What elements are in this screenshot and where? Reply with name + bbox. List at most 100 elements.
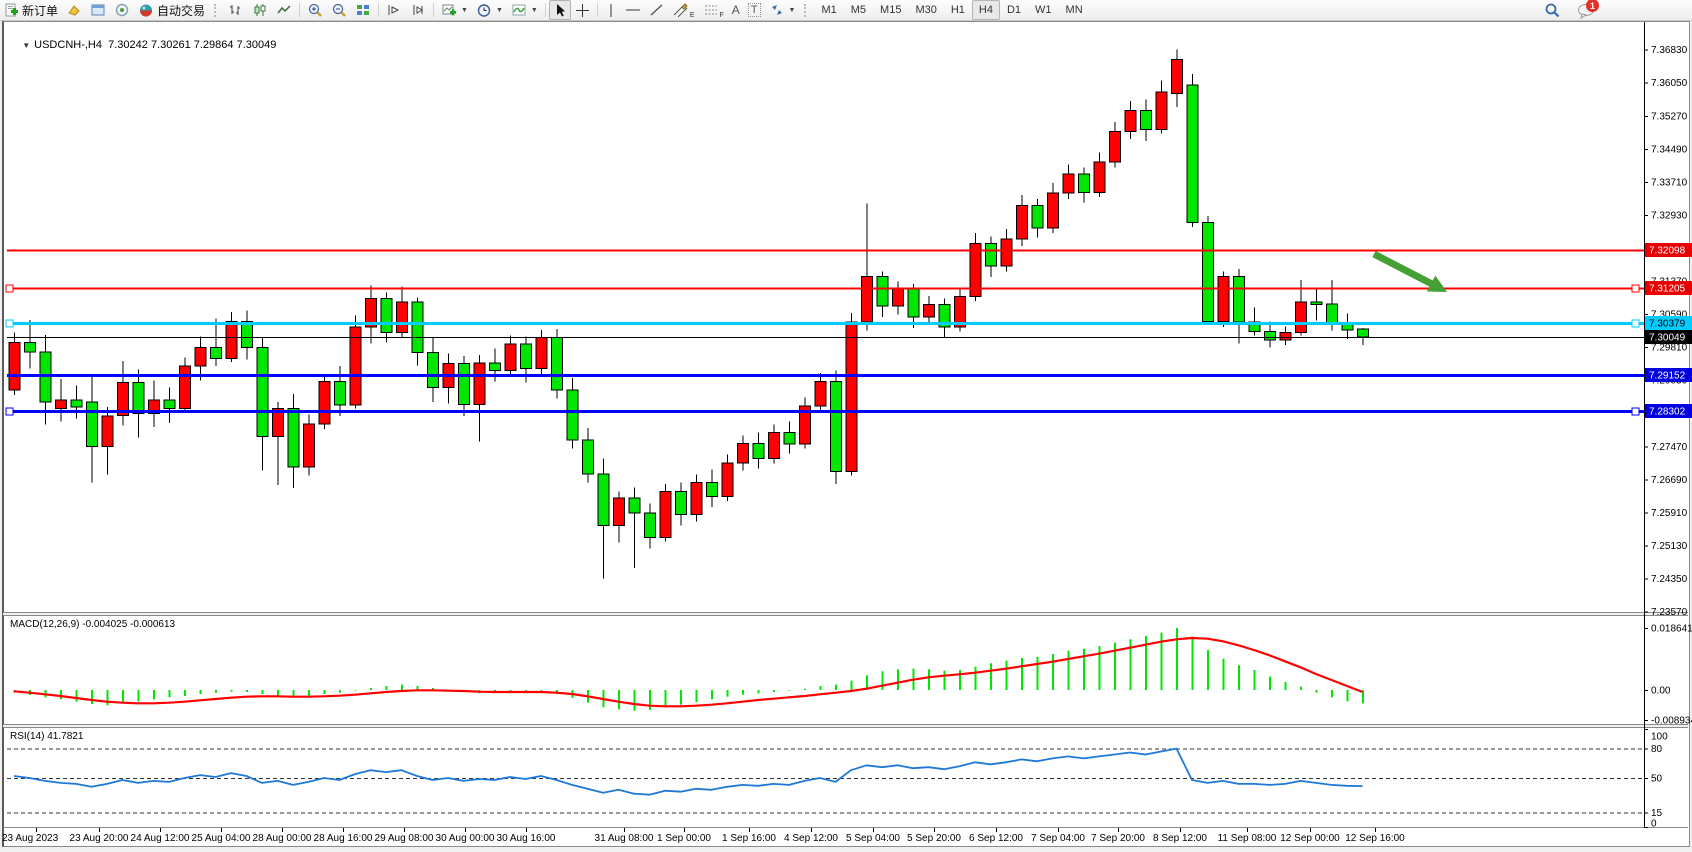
rsi-indicator-label: RSI(14) 41.7821 — [10, 731, 83, 742]
fibonacci-tool-button[interactable]: F — [699, 0, 728, 20]
candlestick-chart-button[interactable] — [248, 0, 272, 20]
metatrader-screen: 新订单 自动交易 — [0, 0, 1692, 852]
trendline-tool-button[interactable] — [645, 0, 668, 20]
channel-tool-button[interactable]: E — [668, 0, 699, 20]
chart-shift-icon — [410, 3, 426, 17]
toolbar-grip — [214, 4, 220, 17]
timeframe-button-m5[interactable]: M5 — [844, 0, 873, 20]
new-order-button[interactable]: 新订单 — [0, 0, 62, 20]
channel-glyph: E — [690, 12, 695, 19]
cursor-icon — [553, 3, 567, 18]
crosshair-icon — [575, 3, 590, 18]
cursor-tool-button[interactable] — [549, 0, 571, 20]
market-watch-icon — [66, 3, 82, 17]
dropdown-arrow-icon: ▼ — [496, 7, 503, 14]
autotrading-label: 自动交易 — [157, 2, 205, 19]
timeframe-group: M1 M5 M15 M30 H1 H4 D1 W1 MN — [814, 0, 1089, 20]
timeframe-button-m15[interactable]: M15 — [873, 0, 908, 20]
arrows-tool-button[interactable]: ▼ — [765, 0, 800, 20]
dropdown-arrow-icon: ▼ — [531, 7, 538, 14]
main-toolbar: 新订单 自动交易 — [0, 0, 1692, 21]
toolbar-separator — [299, 3, 300, 17]
navigator-icon — [114, 3, 130, 17]
toolbar-separator — [597, 3, 598, 17]
new-order-label: 新订单 — [22, 2, 58, 19]
arrows-icon — [769, 3, 785, 17]
fibonacci-icon — [703, 3, 719, 17]
bar-chart-button[interactable] — [224, 0, 248, 20]
vertical-line-tool-button[interactable] — [601, 0, 621, 20]
data-window-icon — [90, 3, 106, 17]
notifications-button[interactable]: 1 — [1573, 0, 1600, 20]
candlestick-chart-icon — [252, 3, 268, 17]
timeframe-label: H4 — [976, 4, 996, 16]
equidistant-channel-icon — [672, 3, 689, 18]
zoom-in-icon — [307, 3, 323, 18]
auto-scroll-icon — [386, 3, 402, 17]
notification-badge: 1 — [1586, 0, 1599, 12]
line-chart-button[interactable] — [272, 0, 296, 20]
timeframe-button-w1[interactable]: W1 — [1028, 0, 1059, 20]
timeframe-label: MN — [1063, 4, 1086, 16]
auto-scroll-button[interactable] — [382, 0, 406, 20]
autotrading-button[interactable]: 自动交易 — [134, 0, 209, 20]
timeframe-label: H1 — [948, 4, 968, 16]
horizontal-line-tool-button[interactable] — [621, 0, 645, 20]
zoom-out-button[interactable] — [327, 0, 351, 20]
timeframe-button-h1[interactable]: H1 — [944, 0, 972, 20]
chart-ohlc-values: 7.30242 7.30261 7.29864 7.30049 — [108, 39, 276, 51]
new-order-icon — [4, 3, 19, 18]
timeframe-label: D1 — [1004, 4, 1024, 16]
indicators-icon — [511, 3, 527, 18]
market-watch-button[interactable] — [62, 0, 86, 20]
label-tool-button[interactable]: T — [744, 0, 765, 20]
vertical-line-icon — [605, 3, 617, 18]
timeframe-label: M30 — [912, 4, 939, 16]
line-chart-icon — [276, 3, 292, 17]
new-chart-icon — [441, 3, 457, 18]
indicators-button[interactable]: ▼ — [507, 0, 542, 20]
new-chart-button[interactable]: ▼ — [437, 0, 472, 20]
toolbar-right-icons: 1 — [1540, 0, 1600, 20]
clock-icon — [476, 3, 492, 18]
timeframe-button-d1[interactable]: D1 — [1000, 0, 1028, 20]
timeframe-button-mn[interactable]: MN — [1059, 0, 1090, 20]
collapse-triangle-icon[interactable]: ▼ — [22, 41, 30, 50]
timeframe-button-h4[interactable]: H4 — [972, 0, 1000, 20]
timeframe-button-m30[interactable]: M30 — [908, 0, 943, 20]
tile-windows-icon — [355, 3, 371, 17]
chart-symbol-period: USDCNH-,H4 — [34, 39, 102, 51]
timeframe-label: M5 — [848, 4, 869, 16]
toolbar-separator — [433, 3, 434, 17]
chart-shift-button[interactable] — [406, 0, 430, 20]
bar-chart-icon — [228, 3, 244, 17]
search-icon — [1544, 2, 1561, 19]
timeframe-button-m1[interactable]: M1 — [814, 0, 843, 20]
timeframe-label: W1 — [1032, 4, 1055, 16]
dropdown-arrow-icon: ▼ — [461, 7, 468, 14]
macd-indicator-label: MACD(12,26,9) -0.004025 -0.000613 — [10, 619, 175, 630]
crosshair-tool-button[interactable] — [571, 0, 594, 20]
toolbar-separator — [545, 3, 546, 17]
toolbar-grip — [804, 4, 810, 17]
text-tool-icon: A — [732, 3, 740, 17]
tile-windows-button[interactable] — [351, 0, 375, 20]
chart-window[interactable] — [2, 21, 1690, 847]
toolbar-separator — [378, 3, 379, 17]
chart-title: ▼ USDCNH-,H4 7.30242 7.30261 7.29864 7.30… — [10, 27, 276, 63]
horizontal-line-icon — [625, 3, 641, 17]
period-button[interactable]: ▼ — [472, 0, 507, 20]
autotrading-icon — [138, 3, 154, 18]
label-tool-icon: T — [748, 3, 761, 17]
zoom-out-icon — [331, 3, 347, 18]
fibo-glyph: F — [720, 12, 724, 19]
trendline-icon — [649, 3, 664, 17]
dropdown-arrow-icon: ▼ — [789, 7, 796, 14]
timeframe-label: M1 — [818, 4, 839, 16]
search-button[interactable] — [1540, 0, 1565, 20]
text-tool-button[interactable]: A — [728, 0, 744, 20]
data-window-button[interactable] — [86, 0, 110, 20]
timeframe-label: M15 — [877, 4, 904, 16]
navigator-button[interactable] — [110, 0, 134, 20]
zoom-in-button[interactable] — [303, 0, 327, 20]
